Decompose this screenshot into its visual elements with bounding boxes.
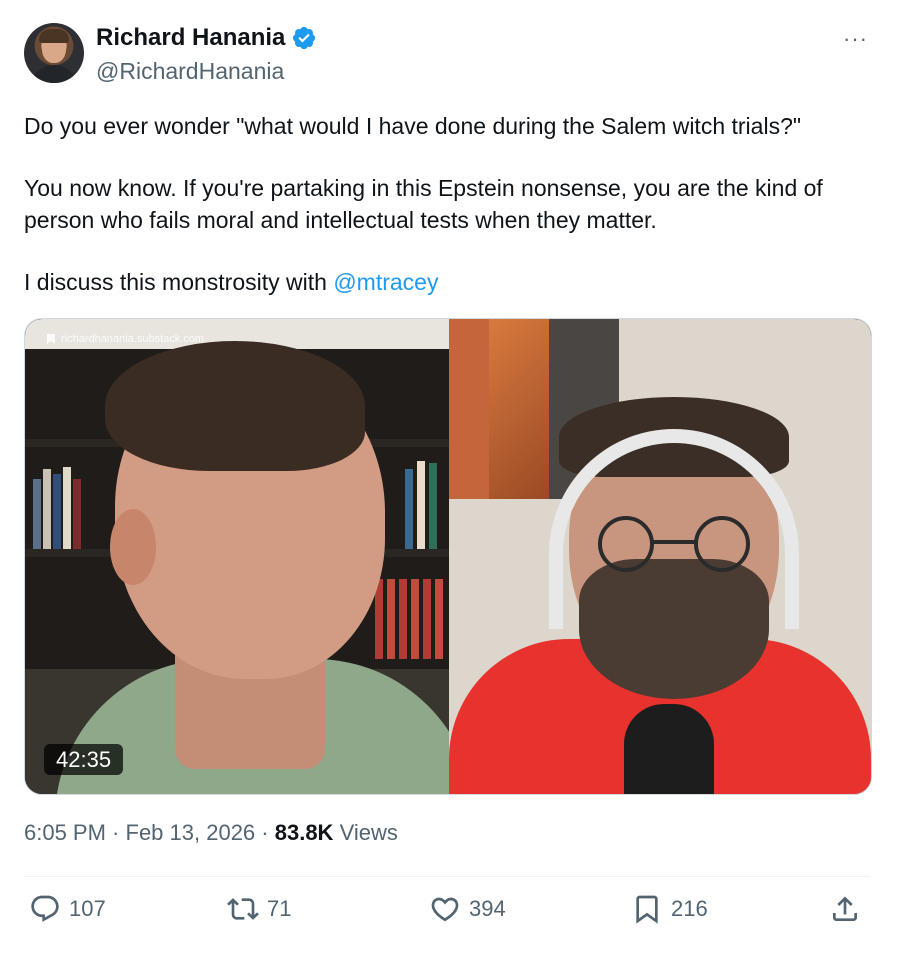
bookmark-logo-icon xyxy=(47,334,55,344)
video-player[interactable]: richardhanania.substack.com 42:35 xyxy=(24,318,872,795)
bookmark-count: 216 xyxy=(671,896,708,921)
author-name-row: Richard Hanania xyxy=(96,24,317,52)
avatar-shirt xyxy=(30,65,78,83)
tweet-paragraph-2: You now know. If you're partaking in thi… xyxy=(24,175,823,233)
heart-icon xyxy=(431,897,459,922)
tweet-paragraph-1: Do you ever wonder "what would I have do… xyxy=(24,113,802,139)
tweet-date[interactable]: Feb 13, 2026 xyxy=(126,820,256,845)
mention-link[interactable]: @mtracey xyxy=(333,269,438,295)
views-count: 83.8K xyxy=(274,820,334,845)
more-options-icon[interactable]: ··· xyxy=(843,26,868,52)
reply-icon xyxy=(31,895,59,922)
views-label: Views xyxy=(339,820,398,845)
reply-button[interactable]: 107 xyxy=(29,893,106,925)
author-display-name[interactable]: Richard Hanania xyxy=(96,24,285,52)
reply-count: 107 xyxy=(69,896,106,921)
tweet-text: Do you ever wonder "what would I have do… xyxy=(24,110,874,298)
share-icon xyxy=(833,896,857,921)
like-count: 394 xyxy=(469,896,506,921)
author-handle[interactable]: @RichardHanania xyxy=(96,58,284,85)
retweet-count: 71 xyxy=(267,896,292,921)
watermark-text: richardhanania.substack.com xyxy=(61,333,205,345)
author-avatar[interactable] xyxy=(24,23,84,83)
retweet-icon xyxy=(227,898,259,920)
bookmark-button[interactable]: 216 xyxy=(631,893,708,925)
video-duration-badge: 42:35 xyxy=(44,744,124,775)
like-button[interactable]: 394 xyxy=(429,893,506,925)
tweet-paragraph-3-text: I discuss this monstrosity with xyxy=(24,269,334,295)
video-right-pane xyxy=(449,319,871,794)
divider xyxy=(24,876,870,877)
verified-badge-icon xyxy=(293,26,316,50)
bookmark-icon xyxy=(636,895,658,924)
avatar-hair xyxy=(39,29,69,43)
retweet-button[interactable]: 71 xyxy=(227,893,291,925)
tweet-meta: 6:05 PM · Feb 13, 2026 · 83.8K Views xyxy=(24,820,398,845)
tweet-time[interactable]: 6:05 PM xyxy=(24,820,106,845)
share-button[interactable] xyxy=(829,893,861,925)
video-watermark: richardhanania.substack.com xyxy=(47,333,204,345)
microphone-icon xyxy=(624,704,714,794)
video-left-pane: richardhanania.substack.com 42:35 xyxy=(25,319,449,794)
tweet-paragraph-3: I discuss this monstrosity with @mtracey xyxy=(24,266,874,298)
action-bar: 107 71 394 216 xyxy=(24,893,874,933)
